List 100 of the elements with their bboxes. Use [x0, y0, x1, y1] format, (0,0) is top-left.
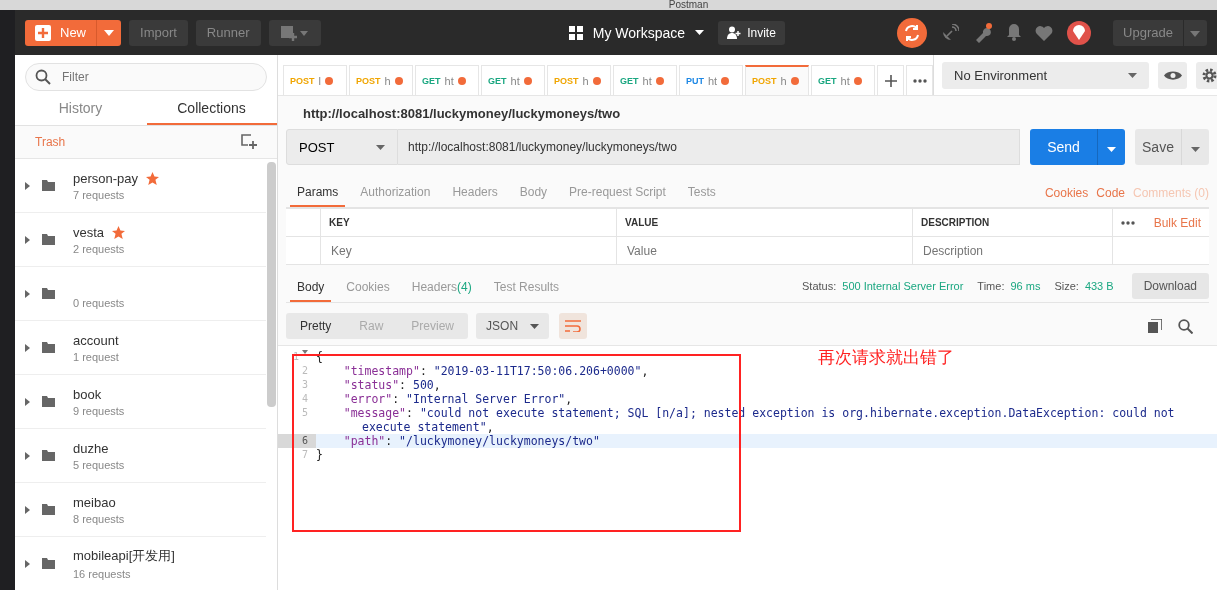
param-input[interactable]: Description: [921, 242, 1104, 259]
upgrade-button[interactable]: Upgrade: [1113, 19, 1183, 46]
expand-arrow-icon[interactable]: [25, 181, 30, 190]
collection-name[interactable]: mobileapi[开发用]: [73, 547, 175, 565]
url-field[interactable]: http://localhost:8081/luckymoney/luckymoneys/two: [398, 129, 1020, 165]
sync-icon[interactable]: [897, 17, 928, 48]
expand-arrow-icon[interactable]: [25, 343, 30, 352]
request-count: 2 requests: [73, 243, 126, 255]
search-icon[interactable]: [1178, 318, 1193, 334]
request-tab[interactable]: POST l: [283, 65, 347, 95]
line-number: 2: [301, 364, 308, 378]
view-mode-tab[interactable]: Pretty: [286, 313, 346, 339]
collection-name[interactable]: book: [73, 386, 102, 402]
request-tab[interactable]: POST h: [349, 65, 413, 95]
bell-icon[interactable]: [1007, 24, 1022, 41]
request-section-tab[interactable]: Authorization: [353, 179, 438, 207]
new-collection-icon[interactable]: [241, 134, 257, 150]
more-button[interactable]: [906, 65, 933, 95]
request-tab[interactable]: GET ht: [811, 65, 875, 95]
response-section-tab[interactable]: Body: [290, 274, 332, 302]
code-editor[interactable]: [278, 345, 1217, 590]
new-dropdown-button[interactable]: [96, 19, 121, 46]
bulk-edit-link[interactable]: Bulk Edit: [1153, 215, 1201, 230]
expand-arrow-icon[interactable]: [25, 289, 30, 298]
param-input[interactable]: Key: [329, 242, 608, 259]
environment-dropdown[interactable]: No Environment: [942, 61, 1150, 89]
fold-caret-icon[interactable]: [302, 350, 308, 354]
collection-name[interactable]: vesta: [73, 224, 105, 240]
response-section-tab[interactable]: Headers(4): [404, 274, 479, 302]
star-icon[interactable]: [112, 225, 126, 239]
heart-icon[interactable]: [1035, 24, 1054, 41]
section-link[interactable]: Cookies: [1044, 186, 1089, 200]
star-icon[interactable]: [146, 171, 160, 185]
settings-icon: [1201, 66, 1217, 84]
expand-arrow-icon[interactable]: [25, 451, 30, 460]
workspace-selector[interactable]: My Workspace: [562, 23, 711, 42]
runner-button[interactable]: Runner: [195, 19, 261, 46]
expand-arrow-icon[interactable]: [25, 505, 30, 514]
grid-icon: [568, 25, 583, 40]
avatar-icon[interactable]: [1067, 20, 1092, 45]
new-window-button[interactable]: [268, 19, 321, 46]
section-link[interactable]: Code: [1096, 186, 1125, 200]
upgrade-dropdown-button[interactable]: [1183, 19, 1207, 46]
method-dropdown[interactable]: POST: [286, 129, 398, 165]
view-mode-tab[interactable]: Preview: [397, 313, 469, 339]
scrollbar-thumb[interactable]: [267, 162, 276, 407]
more-icon[interactable]: [1121, 220, 1135, 225]
status-value: 500 Internal Server Error: [842, 280, 964, 292]
add-person-icon: [727, 26, 742, 39]
copy-icon[interactable]: [1148, 318, 1162, 333]
send-dropdown-button[interactable]: [1097, 129, 1125, 165]
save-button[interactable]: Save: [1135, 129, 1181, 165]
param-input[interactable]: Value: [625, 242, 904, 259]
request-tab[interactable]: GET ht: [613, 65, 677, 95]
expand-arrow-icon[interactable]: [25, 559, 30, 568]
save-dropdown-button[interactable]: [1181, 129, 1209, 165]
filter-field[interactable]: Filter: [25, 63, 267, 91]
import-button[interactable]: Import: [129, 19, 188, 46]
line-number: 7: [301, 448, 308, 462]
satellite-icon[interactable]: [941, 23, 960, 42]
download-button[interactable]: Download: [1131, 273, 1209, 299]
code-line: "path": "/luckymoney/luckymoneys/two": [342, 434, 600, 448]
trash-link[interactable]: Trash: [35, 135, 66, 149]
time-label: Time:: [977, 280, 1005, 292]
request-count: 0 requests: [73, 297, 125, 309]
request-count: 9 requests: [73, 405, 125, 417]
settings-button[interactable]: [1195, 61, 1217, 89]
request-tab[interactable]: GET ht: [481, 65, 545, 95]
sidebar-tab[interactable]: History: [15, 95, 146, 125]
new-tab-button[interactable]: [877, 65, 904, 95]
window-title: Postman: [668, 0, 709, 10]
response-section-tab[interactable]: Test Results: [486, 274, 567, 302]
expand-arrow-icon[interactable]: [25, 235, 30, 244]
line-number: 3: [301, 378, 308, 392]
caret-icon: [104, 29, 114, 36]
folder-icon: [42, 450, 55, 461]
eye-button[interactable]: [1158, 61, 1187, 89]
invite-button[interactable]: Invite: [718, 20, 785, 45]
response-section-tab[interactable]: Cookies: [339, 274, 397, 302]
new-button[interactable]: New: [25, 19, 96, 46]
format-dropdown[interactable]: JSON: [476, 313, 550, 339]
request-tab[interactable]: POST h: [745, 65, 809, 95]
collection-name[interactable]: account: [73, 332, 119, 348]
request-section-tab[interactable]: Body: [512, 179, 555, 207]
line-number: 6: [301, 434, 308, 448]
collection-name[interactable]: meibao: [73, 494, 116, 510]
caret-icon: [1128, 72, 1138, 78]
collection-name[interactable]: person-pay: [73, 170, 139, 186]
request-tab[interactable]: PUT ht: [679, 65, 743, 95]
request-count: 5 requests: [73, 459, 125, 471]
request-section-tab[interactable]: Pre-request Script: [562, 179, 673, 207]
request-tab[interactable]: POST h: [547, 65, 611, 95]
expand-arrow-icon[interactable]: [25, 397, 30, 406]
request-section-tab[interactable]: Tests: [680, 179, 723, 207]
collection-name[interactable]: duzhe: [73, 440, 109, 456]
request-section-tab[interactable]: Headers: [445, 179, 505, 207]
send-button[interactable]: Send: [1030, 129, 1097, 165]
caret-icon: [376, 144, 385, 150]
eye-icon: [1163, 69, 1182, 81]
request-tab[interactable]: GET ht: [415, 65, 479, 95]
